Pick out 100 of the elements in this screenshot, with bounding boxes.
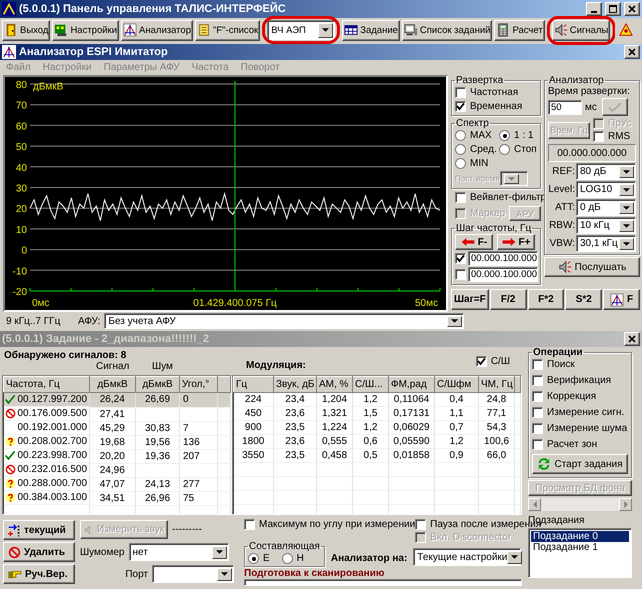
column-header[interactable]: АМ, % [316,376,352,392]
tool-button[interactable]: Шаг=F [451,289,489,310]
toolbar-button[interactable]: Выход [2,20,50,40]
checkbox-label: Расчет зон [547,439,598,450]
close-icon [628,5,636,13]
radio-button[interactable] [248,553,259,564]
column-header[interactable]: Гц [234,376,274,392]
column-header[interactable]: Частота, Гц [4,376,90,392]
table-cell: 27,41 [90,407,136,421]
dropdown[interactable]: 0 дБ [576,199,636,216]
column-header[interactable]: ФМ,рад [388,376,434,392]
scrollbar[interactable] [528,498,632,511]
checkbox[interactable] [455,253,466,264]
close-button[interactable] [624,45,640,59]
input-field[interactable]: 50 [548,100,582,114]
table-cell: 1,5 [352,406,388,420]
minimize-button[interactable] [586,2,602,16]
dropdown[interactable]: 30,1 кГц [576,235,636,252]
table-cell: 00.288.000.700 [18,478,88,489]
dropdown[interactable]: Без учета АФУ [104,313,464,329]
radio-button[interactable] [455,144,466,155]
input-field[interactable]: 00.000.100.000 [468,251,538,266]
checkbox[interactable] [415,519,426,530]
table-cell: 24,13 [136,477,180,491]
dropdown[interactable]: 80 дБ [576,163,636,180]
toolbar-button[interactable]: Задание [342,20,400,40]
radio-button[interactable] [455,158,466,169]
column-header[interactable]: С/Ш... [352,376,388,392]
checkbox[interactable] [455,101,466,112]
group-title: Составляющая [248,541,321,552]
checkbox[interactable] [455,87,466,98]
table-row[interactable]: 00.288.000.700 47,07 24,13 277 [4,477,230,491]
list-item[interactable]: Подзадание 0 [531,531,629,542]
table-cell: 30,83 [136,421,180,435]
dropdown[interactable]: нет [128,543,228,561]
table-row[interactable]: 00.384.003.100 34,51 26,96 75 [4,491,230,505]
column-group-label: Сигнал [96,361,130,372]
radio-button[interactable] [499,130,510,141]
toolbar-button[interactable]: Сигналы [552,20,610,40]
table-row[interactable]: 00.208.002.700 19,68 19,56 136 [4,435,230,449]
table-row[interactable]: 00.176.009.500 27,41 [4,407,230,421]
manual-verify-button[interactable]: Руч.Вер. [3,564,75,584]
toolbar-button[interactable]: Настройки [52,20,120,40]
checkbox-label: Временная [470,101,522,112]
table-cell: 75 [180,491,218,505]
dropdown[interactable]: 10 кГц [576,217,636,234]
step-up-button[interactable]: F+ [497,234,535,250]
radio-button[interactable] [282,553,293,564]
toolbar-button[interactable]: Расчет [494,20,545,40]
table-cell: 1,1 [434,406,478,420]
column-header[interactable]: дБмкВ [136,376,180,392]
table-row[interactable]: 00.232.016.500 24,96 [4,463,230,477]
checkbox[interactable] [476,356,487,366]
checkbox[interactable] [244,519,255,530]
checkbox[interactable] [455,192,466,203]
dropdown[interactable] [500,171,528,186]
tool-button[interactable]: F*2 [528,289,564,310]
checkbox[interactable] [532,439,543,450]
column-header[interactable]: ЧМ, Гц [478,376,514,392]
delete-button[interactable]: Удалить [3,542,75,562]
tool-button[interactable]: S*2 [565,289,602,310]
step-down-button[interactable]: F- [455,234,493,250]
checkbox[interactable] [593,131,604,142]
radio-button[interactable] [455,130,466,141]
start-button[interactable]: Старт задания [532,454,628,474]
toolbar-button[interactable]: Анализатор [121,20,193,40]
field-label: VBW: [548,238,575,249]
tool-button[interactable]: F [603,289,640,310]
window-title: (5.0.0.1) Задание - 2_диапазона!!!!!!!_2 [2,333,209,345]
checkbox[interactable] [532,407,543,418]
table-cell: 00.192.001.000 [18,422,88,433]
dropdown[interactable] [152,565,234,583]
checkbox[interactable] [532,391,543,402]
dropdown[interactable]: ВЧ АЭП [267,20,336,40]
dropdown[interactable]: Текущие настройки [413,548,522,566]
checkbox[interactable] [455,269,466,280]
table-row[interactable]: 00.223.998.700 20,20 19,36 207 [4,449,230,463]
checkbox[interactable] [532,359,543,370]
checkbox[interactable] [532,423,543,434]
close-button[interactable] [624,2,640,16]
input-field[interactable]: 00.000.100.000 [468,267,538,282]
list-item[interactable]: Подзадание 1 [531,542,629,553]
tool-button[interactable]: F/2 [490,289,527,310]
right-arrow-icon [502,238,516,246]
maximize-button[interactable] [605,2,621,16]
radio-button[interactable] [499,144,510,155]
table-row[interactable]: 00.127.997.200 26,24 26,69 0 [4,392,230,407]
current-button[interactable]: текущий [3,520,75,540]
column-header[interactable]: Звук, дБ [274,376,316,392]
toolbar-button[interactable]: "F"-список [195,20,260,40]
listen-button[interactable]: Послушать [544,257,640,277]
toolbar-button[interactable]: Список заданий [402,20,492,40]
table-row[interactable]: 00.192.001.000 45,29 30,83 7 [4,421,230,435]
checkbox[interactable] [532,375,543,386]
column-header[interactable]: Угол,° [180,376,218,392]
dropdown[interactable]: LOG10 [576,181,636,198]
apply-button[interactable] [602,98,628,116]
column-header[interactable]: С/Шфм [434,376,478,392]
column-header[interactable]: дБмкВ [90,376,136,392]
table-cell: 0,17131 [388,406,434,420]
